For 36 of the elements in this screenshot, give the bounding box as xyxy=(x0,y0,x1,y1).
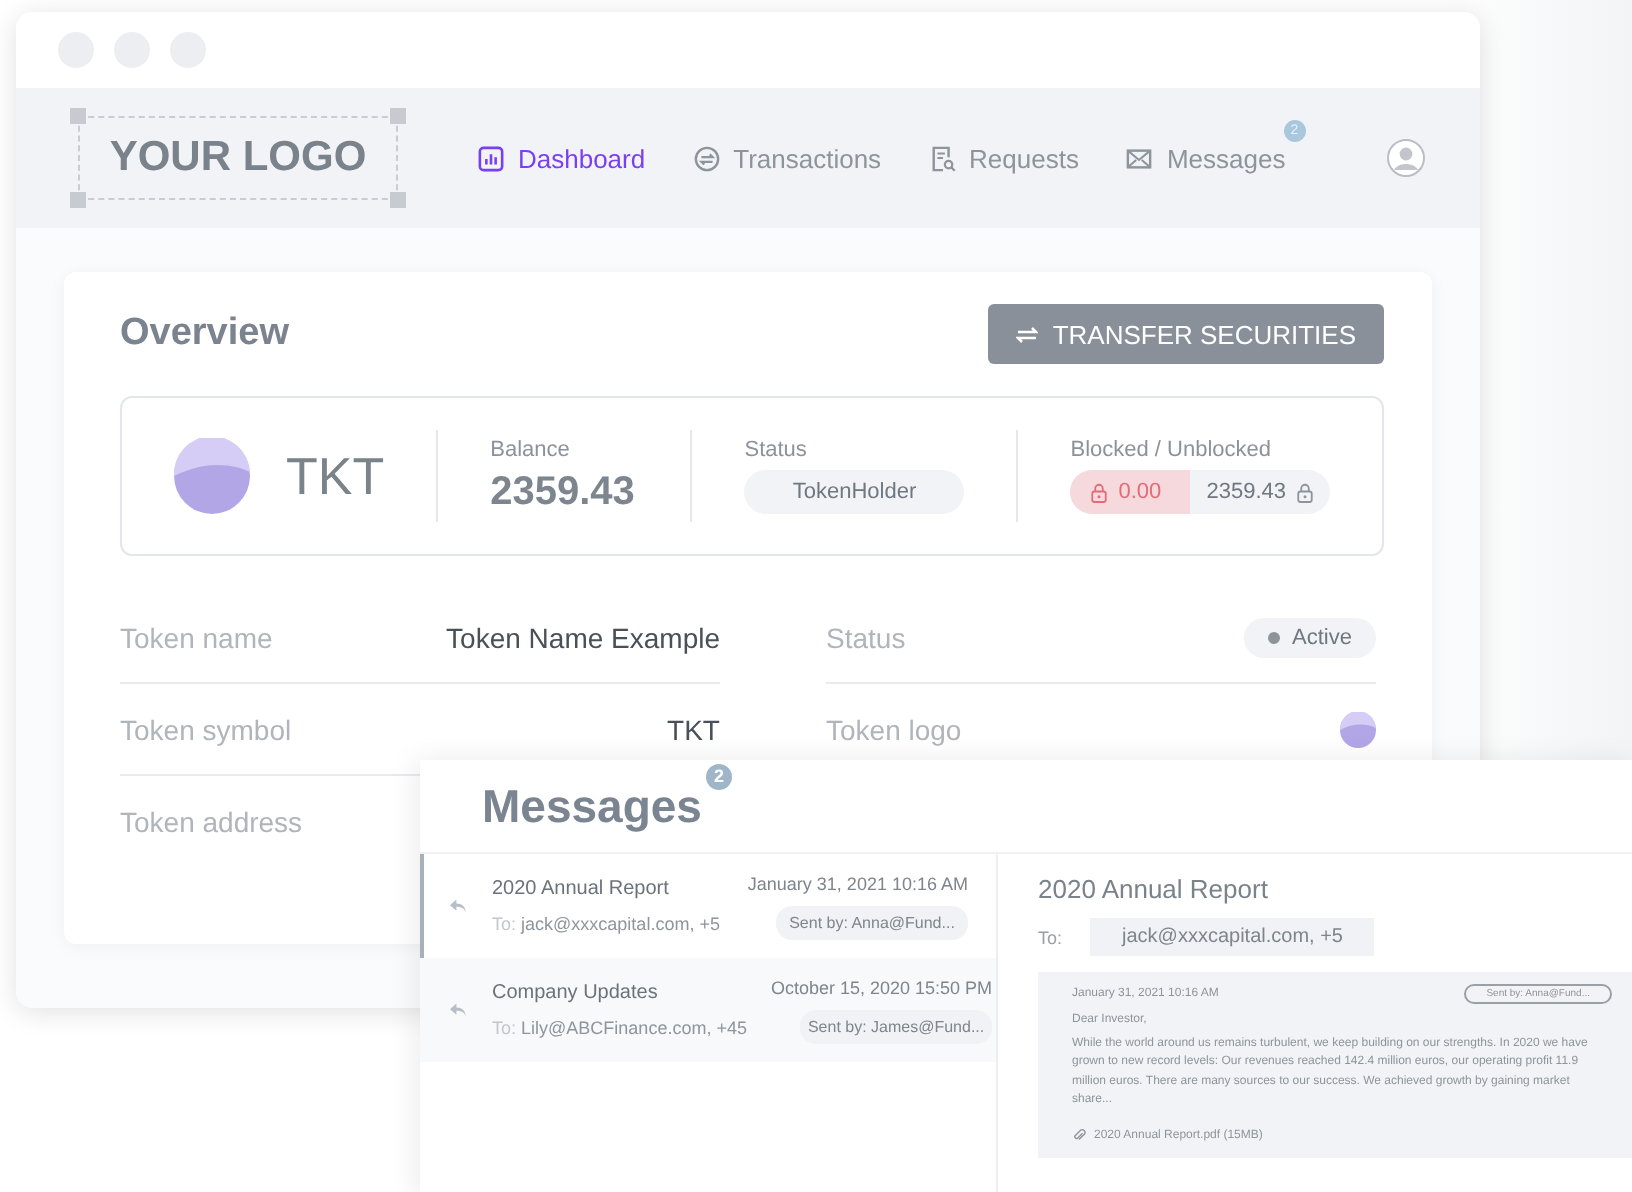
nav-tab[interactable]: Dashboard xyxy=(478,143,646,173)
field-label: Blocked / Unblocked xyxy=(1070,438,1274,462)
field-label: Token name xyxy=(120,621,273,653)
sender-tag: Sent by: Anna@Fund... xyxy=(776,905,968,939)
nav-tab[interactable]: Transactions xyxy=(693,143,882,173)
message-date: October 15, 2020 15:50 PM xyxy=(770,977,993,997)
status-pill: Active xyxy=(1244,617,1376,657)
section-title: Overview xyxy=(120,312,289,356)
field-label: Status xyxy=(826,621,906,653)
field-label: Token logo xyxy=(826,713,962,745)
unblocked-amount: 2359.43 xyxy=(1206,480,1286,504)
field-label: Status xyxy=(744,438,809,462)
message-date: January 31, 2021 10:16 AM xyxy=(747,873,968,893)
sender-tag: Sent by: James@Fund... xyxy=(800,1009,993,1043)
field-label: Balance xyxy=(490,437,572,461)
to-label: To: xyxy=(1038,927,1063,947)
recipient-field: jack@xxxcapital.com, +5 xyxy=(1090,918,1375,956)
recipient: Lily@ABCFinance.com, +45 xyxy=(521,1018,747,1038)
nav-tab[interactable]: Requests xyxy=(929,143,1079,173)
transfer-button[interactable]: TRANSFER SECURITIES xyxy=(988,304,1384,364)
field-value: Token Name Example xyxy=(446,621,720,653)
logo-field[interactable]: YOUR LOGO xyxy=(78,116,398,200)
balance-value: 2359.43 xyxy=(490,469,637,515)
field-label: Token symbol xyxy=(120,713,292,745)
token-symbol: TKT xyxy=(286,445,385,507)
window-title: Messages xyxy=(482,779,702,831)
message-subject: 2020 Annual Report xyxy=(1038,874,1270,904)
to-label: To: xyxy=(492,914,517,934)
field-value: TKT xyxy=(667,713,720,745)
message-subject: 2020 Annual Report xyxy=(492,878,671,900)
field-label: Token address xyxy=(120,806,303,838)
status-pill: TokenHolder xyxy=(744,470,965,514)
message-subject: Company Updates xyxy=(492,982,660,1004)
recipient: jack@xxxcapital.com, +5 xyxy=(521,914,720,934)
blocked-amount: 0.00 xyxy=(1118,480,1162,504)
count-badge: 2 xyxy=(705,763,732,789)
